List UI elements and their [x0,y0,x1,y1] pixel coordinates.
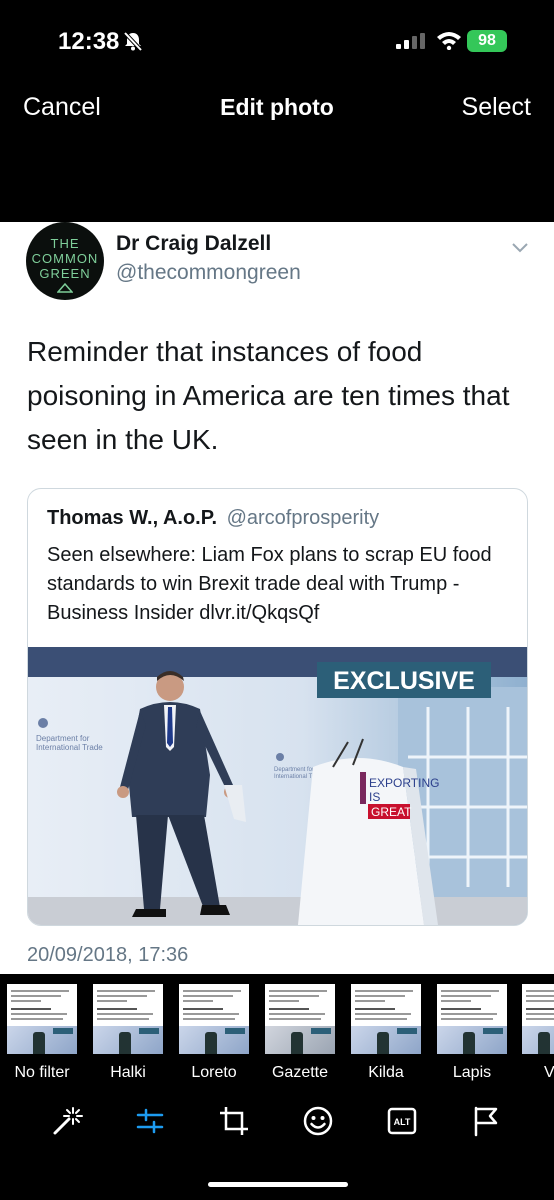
cellular-signal-icon [396,33,425,49]
podium-text: IS [369,790,380,804]
chevron-down-icon [512,243,528,253]
quoted-text: Seen elsewhere: Liam Fox plans to scrap … [47,544,492,624]
filter-thumbnail [93,984,163,1054]
podium-text: GREAT [371,805,412,819]
filter-thumbnail [437,984,507,1054]
filter-label: Lapis [452,1064,492,1081]
quoted-photo: Department for International Trade Depar… [28,647,527,925]
podium-text: EXPORTING [369,776,439,790]
filter-label: Kilda [368,1064,404,1081]
quoted-tweet: Thomas W., A.o.P. @arcofprosperity Seen … [27,488,528,926]
quoted-author: Thomas W., A.o.P. [47,507,218,529]
nav-bar: Cancel Edit photo Select [0,80,554,140]
sticker-icon[interactable] [301,1104,335,1138]
filter-label: Loreto [191,1064,237,1081]
battery-indicator: 98 [467,30,507,52]
exclusive-badge: EXCLUSIVE [317,662,491,698]
tweet-handle: @thecommongreen [116,261,301,284]
home-indicator[interactable] [208,1182,348,1187]
edit-toolbar: ALT [0,1090,554,1150]
filter-loreto[interactable]: Loreto [176,984,252,1082]
status-bar: 12:38 98 [0,0,554,80]
exclusive-badge-text: EXCLUSIVE [333,667,475,695]
cancel-button[interactable]: Cancel [23,93,101,122]
tweet-text: Reminder that instances of food poisonin… [27,336,510,455]
filter-label: Gazette [271,1064,329,1081]
filter-label: No filter [14,1064,70,1081]
wifi-icon [437,32,461,50]
filter-label: V [544,1064,554,1081]
tweet-author: Dr Craig Dalzell [116,232,272,255]
quoted-handle: @arcofprosperity [226,507,380,529]
triangle-logo-icon [56,282,74,293]
filter-partial[interactable]: V [520,984,554,1082]
filter-gazette[interactable]: Gazette [262,984,338,1082]
filter-lapis[interactable]: Lapis [434,984,510,1082]
quoted-tweet-header: Thomas W., A.o.P. @arcofprosperity [47,507,379,530]
magic-wand-icon[interactable] [50,1104,84,1138]
avatar-line: THE [50,236,80,251]
bell-muted-icon [123,31,143,52]
status-time: 12:38 [58,28,120,55]
adjust-sliders-icon[interactable] [133,1104,167,1138]
avatar: THE COMMON GREEN [26,222,104,300]
filter-thumbnail [179,984,249,1054]
filter-halki[interactable]: Halki [90,984,166,1082]
filter-strip[interactable]: No filter Halki Loreto Gazette Kilda Lap… [0,984,554,1084]
backdrop-text: Department for [36,734,90,743]
filter-label: Halki [110,1064,146,1081]
avatar-line: GREEN [39,266,91,281]
alt-text-label: ALT [394,1117,411,1127]
crop-icon[interactable] [217,1104,251,1138]
select-button[interactable]: Select [462,93,531,122]
backdrop-text: International Trade [36,743,103,752]
filter-kilda[interactable]: Kilda [348,984,424,1082]
filter-no-filter[interactable]: No filter [4,984,80,1082]
backdrop-text: Department for [274,767,314,773]
filter-thumbnail [7,984,77,1054]
alt-text-icon[interactable]: ALT [385,1104,419,1138]
filter-thumbnail [265,984,335,1054]
tweet-timestamp: 20/09/2018, 17:36 [27,944,189,966]
photo-preview: THE COMMON GREEN Dr Craig Dalzell @theco… [0,222,554,974]
flag-icon[interactable] [469,1104,503,1138]
filter-thumbnail [351,984,421,1054]
avatar-line: COMMON [31,251,99,266]
filter-thumbnail [522,984,554,1054]
